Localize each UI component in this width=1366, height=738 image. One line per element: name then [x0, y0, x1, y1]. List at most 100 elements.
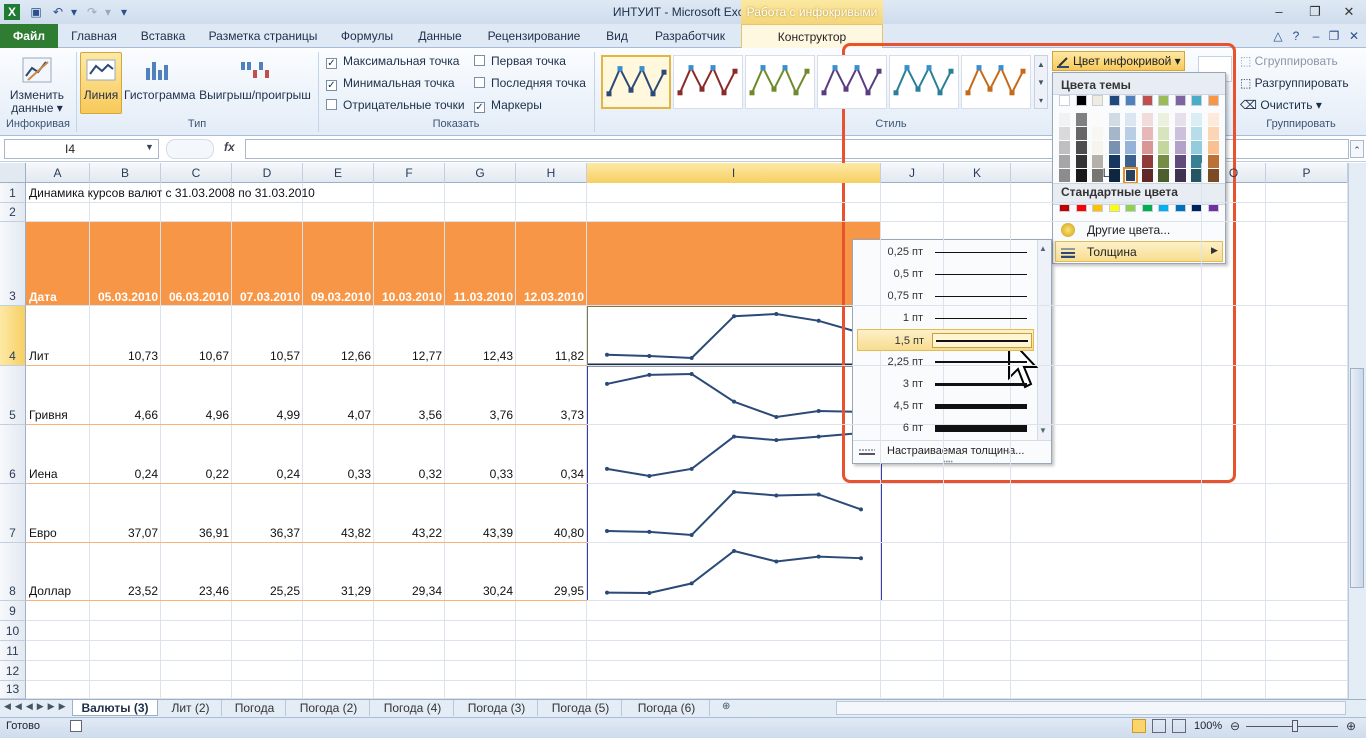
tab-review[interactable]: Рецензирование [478, 24, 590, 48]
undo-icon[interactable]: ↶ [50, 4, 66, 20]
workbook-close-icon[interactable]: ✕ [1346, 28, 1362, 44]
column-sparkline-icon[interactable] [142, 58, 174, 82]
row-header-4[interactable]: 4 [0, 306, 26, 366]
weight-option[interactable]: 1,5 пт [857, 329, 1034, 351]
last-point-checkbox[interactable]: Последняя точка [474, 75, 586, 91]
high-point-checkbox[interactable]: ✓ Максимальная точка [326, 53, 459, 69]
column-header-E[interactable]: E [303, 163, 374, 183]
horizontal-scrollbar[interactable] [836, 701, 1346, 715]
row-header-10[interactable]: 10 [0, 621, 26, 641]
zoom-in-icon[interactable]: ⊕ [1346, 719, 1356, 733]
close-icon[interactable]: ✕ [1340, 3, 1358, 21]
weight-option[interactable]: 4,5 пт [857, 395, 1034, 417]
row-header-8[interactable]: 8 [0, 543, 26, 601]
sheet-tab[interactable]: Погода (6) [624, 700, 710, 716]
sheet-tab[interactable]: Погода (2) [288, 700, 370, 716]
style-swatch-1[interactable] [673, 55, 743, 109]
tab-formulas[interactable]: Формулы [332, 24, 402, 48]
vertical-scroll-thumb[interactable] [1350, 368, 1364, 588]
sheet-tab[interactable]: Лит (2) [160, 700, 222, 716]
name-box-dropdown-icon[interactable]: ▼ [145, 142, 154, 152]
row-header-5[interactable]: 5 [0, 366, 26, 425]
workbook-restore-icon[interactable]: ❐ [1326, 28, 1342, 44]
page-break-view-icon[interactable] [1172, 719, 1186, 733]
minimize-icon[interactable]: – [1270, 3, 1288, 21]
row-header-1[interactable]: 1 [0, 183, 26, 203]
insert-function-icon[interactable]: fx [224, 140, 235, 154]
weight-option[interactable]: 0,5 пт [857, 263, 1034, 285]
restore-icon[interactable]: ❐ [1306, 3, 1324, 21]
weight-option[interactable]: 0,75 пт [857, 285, 1034, 307]
style-swatch-3[interactable] [817, 55, 887, 109]
row-header-3[interactable]: 3 [0, 222, 26, 306]
tab-file[interactable]: Файл [0, 24, 58, 48]
redo-dropdown-icon[interactable]: ▾ [100, 4, 116, 20]
tab-insert[interactable]: Вставка [132, 24, 194, 48]
zoom-level[interactable]: 100% [1194, 720, 1222, 732]
sheet-tab[interactable]: Погода (5) [540, 700, 622, 716]
zoom-slider-thumb[interactable] [1292, 720, 1298, 732]
save-icon[interactable]: ▣ [28, 4, 44, 20]
sheet-tab[interactable]: Погода (3) [456, 700, 538, 716]
row-header-13[interactable]: 13 [0, 681, 26, 699]
row-header-9[interactable]: 9 [0, 601, 26, 621]
style-swatch-5[interactable] [961, 55, 1031, 109]
help-icon[interactable]: ? [1288, 28, 1304, 44]
normal-view-icon[interactable] [1132, 719, 1146, 733]
edit-data-button-label-1[interactable]: Изменить [4, 88, 70, 102]
redo-icon[interactable]: ↷ [84, 4, 100, 20]
tab-home[interactable]: Главная [62, 24, 126, 48]
page-layout-view-icon[interactable] [1152, 719, 1166, 733]
column-header-K[interactable]: K [944, 163, 1011, 183]
edit-data-icon[interactable] [20, 56, 54, 86]
column-type-button[interactable]: Гистограмма [124, 88, 195, 102]
column-header-F[interactable]: F [374, 163, 445, 183]
row-header-12[interactable]: 12 [0, 661, 26, 681]
workbook-minimize-icon[interactable]: – [1308, 28, 1324, 44]
row-header-6[interactable]: 6 [0, 425, 26, 484]
first-point-checkbox[interactable]: Первая точка [474, 53, 566, 69]
negative-points-checkbox[interactable]: Отрицательные точки [326, 97, 465, 113]
undo-dropdown-icon[interactable]: ▾ [66, 4, 82, 20]
sheet-tab[interactable]: Погода (4) [372, 700, 454, 716]
formula-bar-handle[interactable] [166, 139, 214, 159]
selected-cell-I4[interactable] [587, 306, 882, 366]
column-header-P[interactable]: P [1266, 163, 1348, 183]
name-box[interactable]: I4 [4, 139, 159, 159]
column-header-B[interactable]: B [90, 163, 161, 183]
markers-checkbox[interactable]: ✓ Маркеры [474, 97, 542, 113]
select-all-corner[interactable] [0, 163, 26, 183]
ungroup-button[interactable]: ⬚ Разгруппировать [1240, 76, 1366, 92]
column-header-J[interactable]: J [881, 163, 944, 183]
row-header-2[interactable]: 2 [0, 203, 26, 222]
style-swatch-4[interactable] [889, 55, 959, 109]
column-header-D[interactable]: D [232, 163, 303, 183]
tab-view[interactable]: Вид [596, 24, 638, 48]
column-header-O[interactable]: O [1202, 163, 1266, 183]
weight-option[interactable]: 3 пт [857, 373, 1034, 395]
column-header-I[interactable]: I [587, 163, 881, 183]
column-header-A[interactable]: A [26, 163, 90, 183]
row-header-7[interactable]: 7 [0, 484, 26, 543]
insert-sheet-icon[interactable]: ⊕ [722, 701, 738, 715]
sheet-tab[interactable]: Погода [224, 700, 286, 716]
winloss-type-button[interactable]: Выигрыш/проигрыш [196, 88, 314, 102]
customize-qat-icon[interactable]: ▾ [116, 4, 132, 20]
clear-button[interactable]: ⌫ Очистить ▾ [1240, 98, 1360, 114]
sheet-tab[interactable]: Валюты (3) [72, 700, 158, 716]
weight-option[interactable]: 0,25 пт [857, 241, 1034, 263]
column-header-G[interactable]: G [445, 163, 516, 183]
row-header-11[interactable]: 11 [0, 641, 26, 661]
winloss-sparkline-icon[interactable] [238, 58, 270, 82]
style-swatch-2[interactable] [745, 55, 815, 109]
column-header-C[interactable]: C [161, 163, 232, 183]
column-header-L[interactable]: L [1011, 163, 1202, 183]
group-button[interactable]: ⬚ Сгруппировать [1240, 54, 1360, 70]
low-point-checkbox[interactable]: ✓ Минимальная точка [326, 75, 455, 91]
sheet-nav-arrows-icon[interactable]: ◀◀◀▶▶▶ [4, 701, 68, 715]
style-swatch-0[interactable] [601, 55, 671, 109]
weight-option[interactable]: 6 пт [857, 417, 1034, 439]
zoom-out-icon[interactable]: ⊖ [1230, 719, 1240, 733]
column-header-H[interactable]: H [516, 163, 587, 183]
ribbon-minimize-icon[interactable]: △ [1270, 28, 1286, 44]
